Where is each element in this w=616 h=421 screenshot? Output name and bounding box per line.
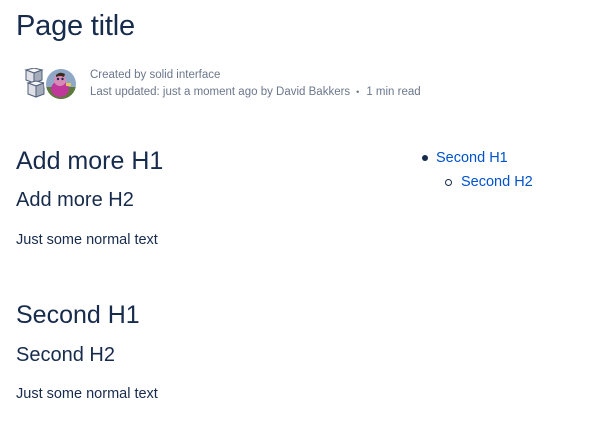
page: Page title Created by solid interface La… [0, 0, 616, 421]
table-of-contents: Second H1 Second H2 [422, 146, 533, 194]
bullet-icon [422, 155, 428, 161]
toc-link-second-h2[interactable]: Second H2 [461, 170, 533, 194]
separator-dot: • [356, 87, 360, 97]
section-heading-1: Add more H1 [16, 147, 164, 175]
section-heading-2: Second H1 [16, 301, 140, 329]
cube-stack-icon [24, 68, 46, 98]
section-subheading-2: Second H2 [16, 344, 115, 366]
body-text-2: Just some normal text [16, 386, 158, 402]
contributor-avatars[interactable] [24, 66, 80, 102]
body-text-1: Just some normal text [16, 232, 158, 248]
page-title: Page title [16, 10, 135, 42]
read-time: 1 min read [366, 86, 421, 98]
section-subheading-1: Add more H2 [16, 189, 134, 211]
last-updated-line: Last updated: just a moment ago by David… [90, 84, 421, 101]
created-by-text[interactable]: Created by solid interface [90, 67, 220, 84]
byline-meta: Created by solid interface Last updated:… [90, 67, 421, 101]
created-by-line: Created by solid interface [90, 67, 421, 84]
toc-link-second-h1[interactable]: Second H1 [436, 146, 508, 170]
user-avatar-image [46, 69, 76, 99]
toc-item-second-h2: Second H2 [445, 170, 533, 194]
toc-item-second-h1: Second H1 [422, 146, 533, 170]
user-avatar[interactable] [44, 67, 78, 101]
hollow-bullet-icon [445, 178, 452, 186]
byline: Created by solid interface Last updated:… [24, 66, 421, 102]
last-updated-text[interactable]: Last updated: just a moment ago by David… [90, 84, 350, 101]
